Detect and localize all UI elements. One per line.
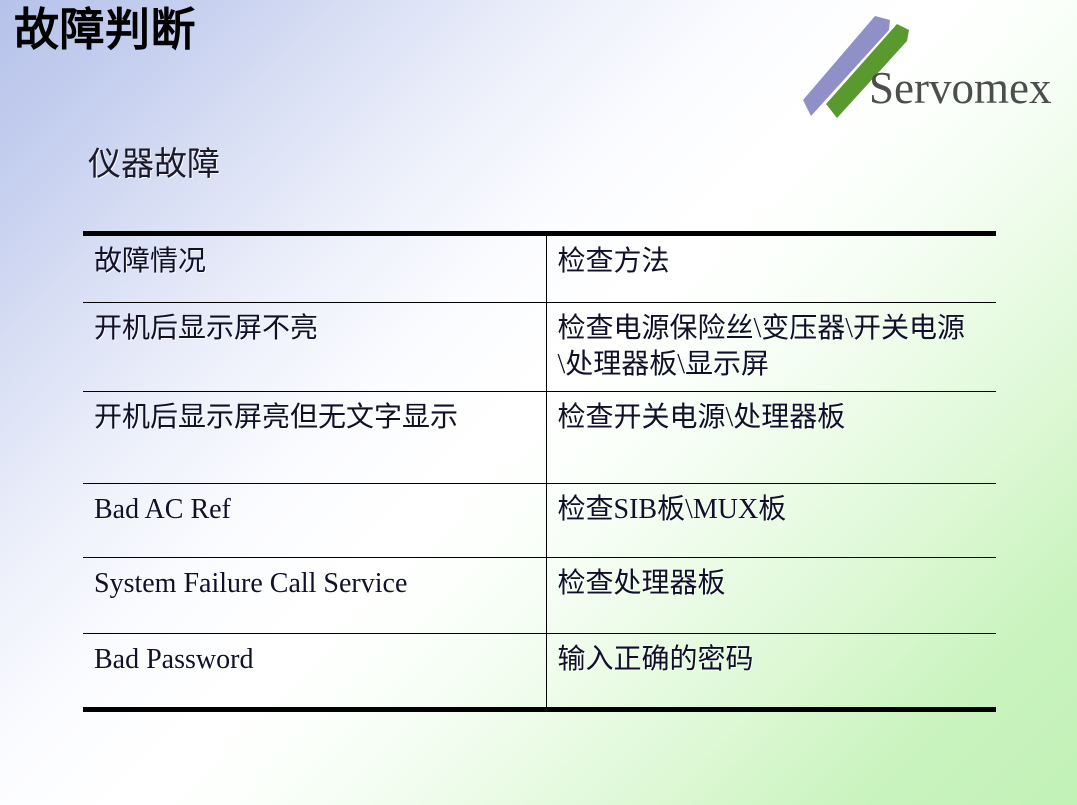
slide-canvas: 故障判断 Servomex 仪器故障 故障情况 检查方法 开机后显示屏不亮 检查… xyxy=(0,0,1077,805)
cell-check: 检查处理器板 xyxy=(546,557,996,634)
table-header-row: 故障情况 检查方法 xyxy=(83,233,996,303)
fault-table-container: 故障情况 检查方法 开机后显示屏不亮 检查电源保险丝\变压器\开关电源\处理器板… xyxy=(83,231,996,712)
table-row: System Failure Call Service 检查处理器板 xyxy=(83,557,996,634)
cell-fault: Bad Password xyxy=(83,633,547,710)
cell-fault: Bad AC Ref xyxy=(83,483,547,558)
servomex-logo: Servomex xyxy=(793,8,1065,126)
logo-wordmark: Servomex xyxy=(869,63,1052,113)
section-heading: 仪器故障 xyxy=(88,147,220,183)
page-title: 故障判断 xyxy=(14,5,197,55)
table-row: 开机后显示屏亮但无文字显示 检查开关电源\处理器板 xyxy=(83,391,996,484)
cell-fault: System Failure Call Service xyxy=(83,557,547,634)
cell-fault: 开机后显示屏亮但无文字显示 xyxy=(83,391,547,484)
table-row: Bad Password 输入正确的密码 xyxy=(83,633,996,710)
column-header-fault: 故障情况 xyxy=(83,233,547,303)
table-row: 开机后显示屏不亮 检查电源保险丝\变压器\开关电源\处理器板\显示屏 xyxy=(83,302,996,392)
column-header-check: 检查方法 xyxy=(546,233,996,303)
cell-check: 检查SIB板\MUX板 xyxy=(546,483,996,558)
table-row: Bad AC Ref 检查SIB板\MUX板 xyxy=(83,483,996,558)
fault-table: 故障情况 检查方法 开机后显示屏不亮 检查电源保险丝\变压器\开关电源\处理器板… xyxy=(83,231,996,712)
cell-fault: 开机后显示屏不亮 xyxy=(83,302,547,392)
cell-check: 输入正确的密码 xyxy=(557,644,754,675)
cell-check: 检查电源保险丝\变压器\开关电源\处理器板\显示屏 xyxy=(546,302,996,392)
cell-check: 检查开关电源\处理器板 xyxy=(546,391,996,484)
